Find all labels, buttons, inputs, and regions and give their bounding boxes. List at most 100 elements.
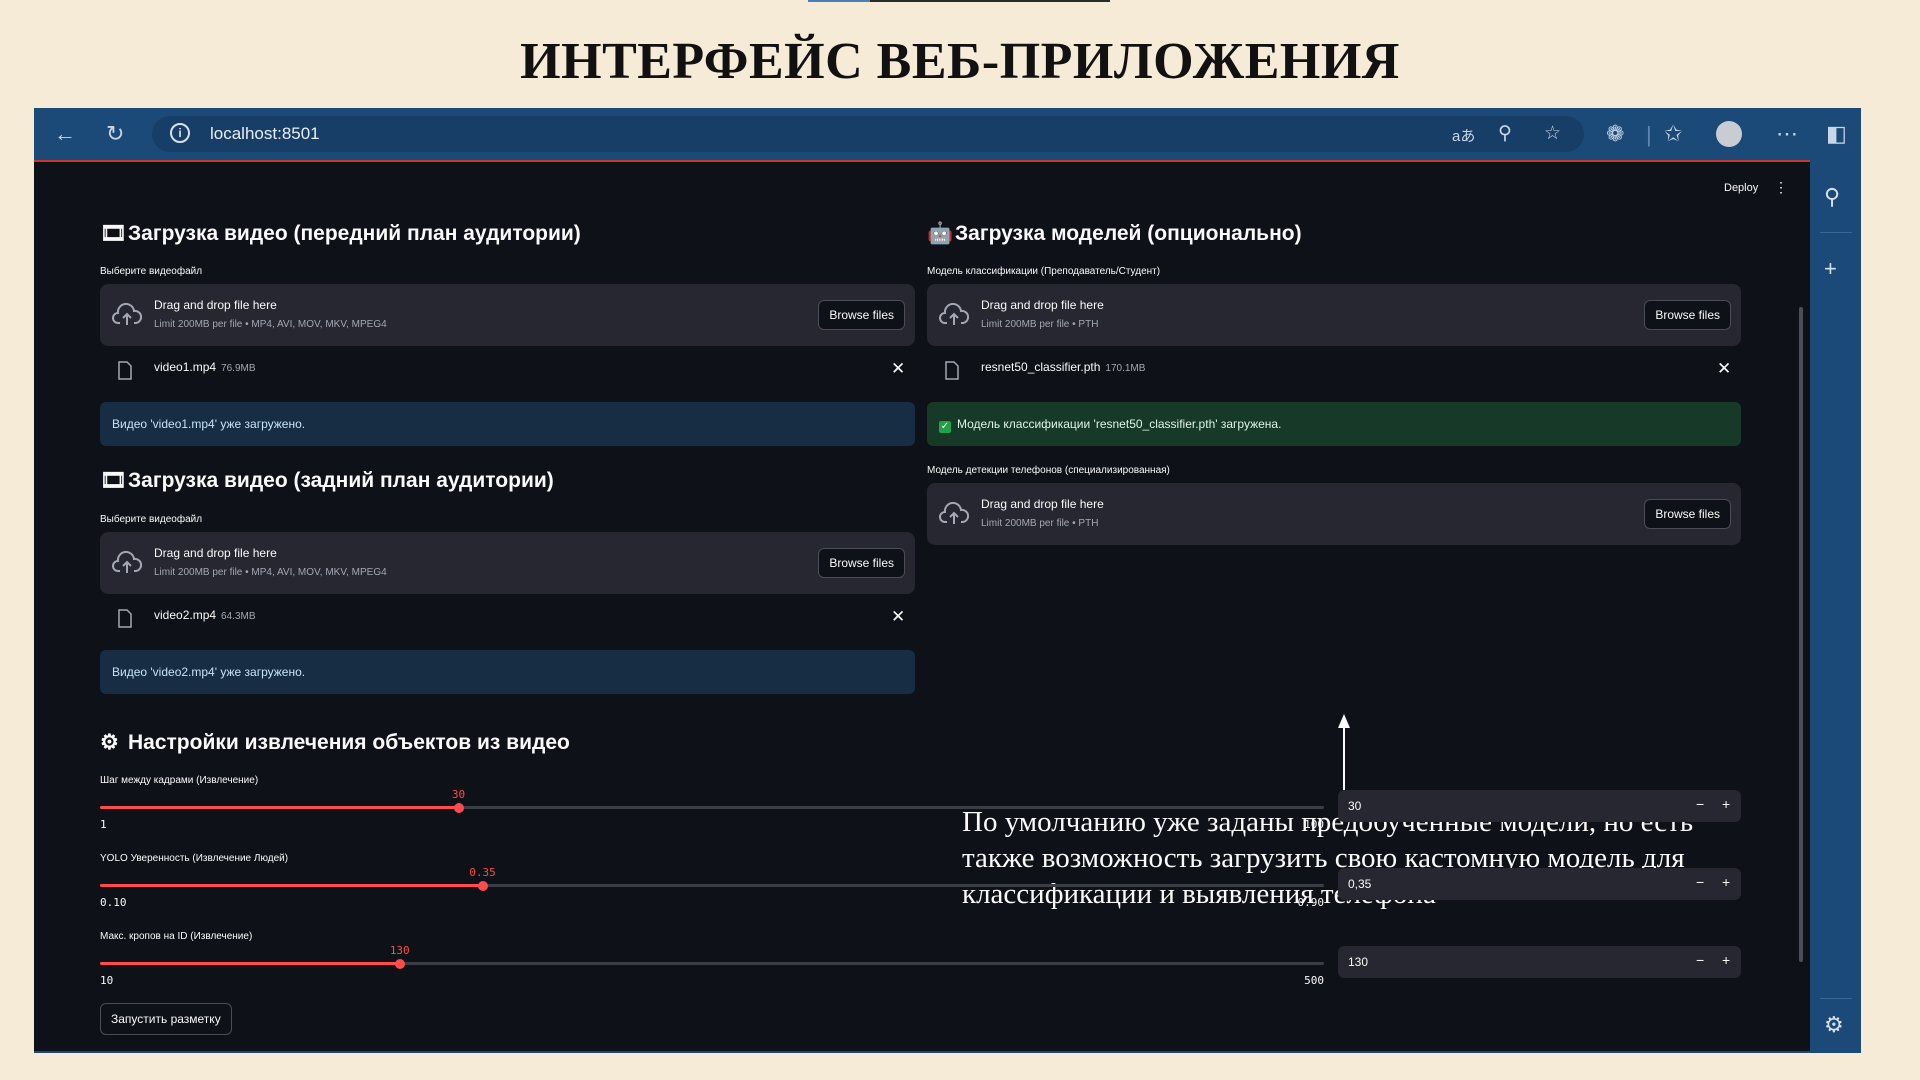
search-icon[interactable]: ⚲ — [1824, 184, 1840, 210]
app-menu-icon[interactable]: ⋮ — [1774, 179, 1788, 196]
slider-fill — [100, 806, 459, 809]
dropzone-limit: Limit 200MB per file • MP4, AVI, MOV, MK… — [154, 567, 387, 578]
dropzone-title: Drag and drop file here — [154, 298, 277, 312]
slider-min: 10 — [100, 974, 114, 987]
checkmark-icon: ✓ — [939, 421, 951, 433]
classifier-dropzone[interactable]: Drag and drop file here Limit 200MB per … — [927, 284, 1741, 346]
phone-model-dropzone[interactable]: Drag and drop file here Limit 200MB per … — [927, 483, 1741, 545]
section-header-settings: ⚙ Настройки извлечения объектов из видео — [100, 731, 570, 754]
slider-min: 0.10 — [100, 896, 127, 909]
browser-toolbar: ← ↻ i localhost:8501 aあ ⚲ ☆ ❁ | ✩ ⋯ ◧ — [34, 108, 1861, 160]
classifier-model-label: Модель классификации (Преподаватель/Студ… — [927, 266, 1161, 277]
section-header-models: 🤖Загрузка моделей (опционально) — [927, 222, 1302, 245]
slider-label: Макс. кропов на ID (Извлечение) — [100, 931, 253, 942]
info-icon[interactable]: i — [170, 123, 190, 143]
video-back-status: Видео 'video2.mp4' уже загружено. — [100, 650, 915, 694]
slider-value: 0.35 — [469, 866, 496, 879]
video-front-dropzone[interactable]: Drag and drop file here Limit 200MB per … — [100, 284, 915, 346]
yolo-confidence-slider[interactable]: 0.35 0.10 0.90 — [100, 866, 1325, 909]
file-icon — [118, 361, 132, 380]
browse-files-button[interactable]: Browse files — [818, 300, 905, 330]
scrollbar[interactable] — [1799, 307, 1803, 962]
streamlit-app: Deploy ⋮ 🎞Загрузка видео (передний план … — [34, 162, 1810, 1051]
max-crops-input[interactable]: 130 − + — [1338, 946, 1741, 978]
browse-files-button[interactable]: Browse files — [818, 548, 905, 578]
read-aloud-icon[interactable]: aあ — [1452, 125, 1475, 146]
deploy-button[interactable]: Deploy — [1724, 182, 1758, 194]
dropzone-limit: Limit 200MB per file • PTH — [981, 518, 1099, 529]
file-size: 76.9MB — [221, 363, 256, 374]
classifier-status: ✓ Модель классификации 'resnet50_classifi… — [927, 402, 1741, 446]
slide-top-rule-accent — [808, 0, 870, 2]
increment-button[interactable]: + — [1722, 952, 1730, 968]
number-input-value[interactable]: 0,35 — [1348, 877, 1371, 891]
section-header-video-back: 🎞Загрузка видео (задний план аудитории) — [100, 469, 554, 492]
slider-thumb[interactable] — [394, 958, 405, 969]
more-icon[interactable]: ⋯ — [1776, 121, 1798, 147]
slide-title: ИНТЕРФЕЙС ВЕБ-ПРИЛОЖЕНИЯ — [520, 33, 1400, 90]
dropzone-title: Drag and drop file here — [154, 546, 277, 560]
video-back-dropzone[interactable]: Drag and drop file here Limit 200MB per … — [100, 532, 915, 594]
video-front-status: Видео 'video1.mp4' уже загружено. — [100, 402, 915, 446]
zoom-out-icon[interactable]: ⚲ — [1498, 122, 1512, 145]
sidebar-toggle-icon[interactable]: ◧ — [1826, 121, 1847, 147]
uploaded-file-item: video2.mp4 64.3MB ✕ — [100, 603, 915, 633]
browser-window: ← ↻ i localhost:8501 aあ ⚲ ☆ ❁ | ✩ ⋯ ◧ ⚲ … — [34, 108, 1861, 1053]
number-input-value[interactable]: 30 — [1348, 799, 1361, 813]
robot-icon: 🤖 — [927, 222, 954, 245]
address-bar[interactable]: i localhost:8501 aあ ⚲ ☆ — [152, 116, 1584, 152]
film-icon: 🎞 — [100, 469, 127, 492]
film-icon: 🎞 — [100, 222, 127, 245]
decrement-button[interactable]: − — [1696, 952, 1704, 968]
slider-label: YOLO Уверенность (Извлечение Людей) — [100, 853, 289, 864]
sidebar-separator — [1820, 232, 1852, 233]
file-name: resnet50_classifier.pth — [981, 360, 1101, 374]
settings-icon[interactable]: ⚙ — [1824, 1012, 1844, 1038]
remove-file-icon[interactable]: ✕ — [891, 607, 905, 627]
slider-fill — [100, 962, 400, 965]
dropzone-title: Drag and drop file here — [981, 298, 1104, 312]
uploaded-file-item: video1.mp4 76.9MB ✕ — [100, 355, 915, 385]
file-size: 170.1MB — [1105, 363, 1146, 374]
frame-step-slider[interactable]: 30 1 100 — [100, 788, 1324, 831]
frame-step-input[interactable]: 30 − + — [1338, 790, 1741, 822]
extensions-icon[interactable]: ❁ — [1606, 121, 1624, 147]
slider-thumb[interactable] — [477, 880, 488, 891]
file-name: video2.mp4 — [154, 608, 217, 622]
slider-fill — [100, 884, 483, 887]
increment-button[interactable]: + — [1722, 796, 1730, 812]
uploaded-file-item: resnet50_classifier.pth 170.1MB ✕ — [927, 355, 1741, 385]
browse-files-button[interactable]: Browse files — [1644, 499, 1731, 529]
file-size: 64.3MB — [221, 611, 256, 622]
increment-button[interactable]: + — [1722, 874, 1730, 890]
remove-file-icon[interactable]: ✕ — [891, 359, 905, 379]
decrement-button[interactable]: − — [1696, 796, 1704, 812]
dropzone-limit: Limit 200MB per file • MP4, AVI, MOV, MK… — [154, 319, 387, 330]
refresh-icon[interactable]: ↻ — [106, 121, 124, 147]
favorite-star-icon[interactable]: ☆ — [1544, 122, 1561, 145]
back-icon[interactable]: ← — [54, 121, 76, 147]
yolo-confidence-input[interactable]: 0,35 − + — [1338, 868, 1741, 900]
favorites-icon[interactable]: ✩ — [1664, 121, 1682, 147]
section-header-video-front: 🎞Загрузка видео (передний план аудитории… — [100, 222, 581, 245]
browse-files-button[interactable]: Browse files — [1644, 300, 1731, 330]
slider-max: 100 — [1304, 818, 1324, 831]
remove-file-icon[interactable]: ✕ — [1717, 359, 1731, 379]
add-icon[interactable]: + — [1824, 256, 1837, 282]
url-text[interactable]: localhost:8501 — [210, 124, 320, 144]
decrement-button[interactable]: − — [1696, 874, 1704, 890]
slider-max: 0.90 — [1297, 896, 1325, 909]
dropzone-title: Drag and drop file here — [981, 497, 1104, 511]
slider-thumb[interactable] — [453, 802, 464, 813]
max-crops-slider[interactable]: 130 10 500 — [100, 944, 1324, 987]
profile-icon[interactable] — [1716, 121, 1742, 147]
sidebar-separator — [1820, 998, 1852, 999]
number-input-value[interactable]: 130 — [1348, 955, 1368, 969]
file-name: video1.mp4 — [154, 360, 217, 374]
upload-cloud-icon — [112, 303, 142, 325]
run-labeling-button[interactable]: Запустить разметку — [100, 1003, 232, 1035]
toolbar-separator: | — [1646, 122, 1652, 147]
slider-label: Шаг между кадрами (Извлечение) — [100, 775, 259, 786]
video-back-label: Выберите видеофайл — [100, 514, 203, 525]
slider-value: 30 — [451, 788, 466, 801]
